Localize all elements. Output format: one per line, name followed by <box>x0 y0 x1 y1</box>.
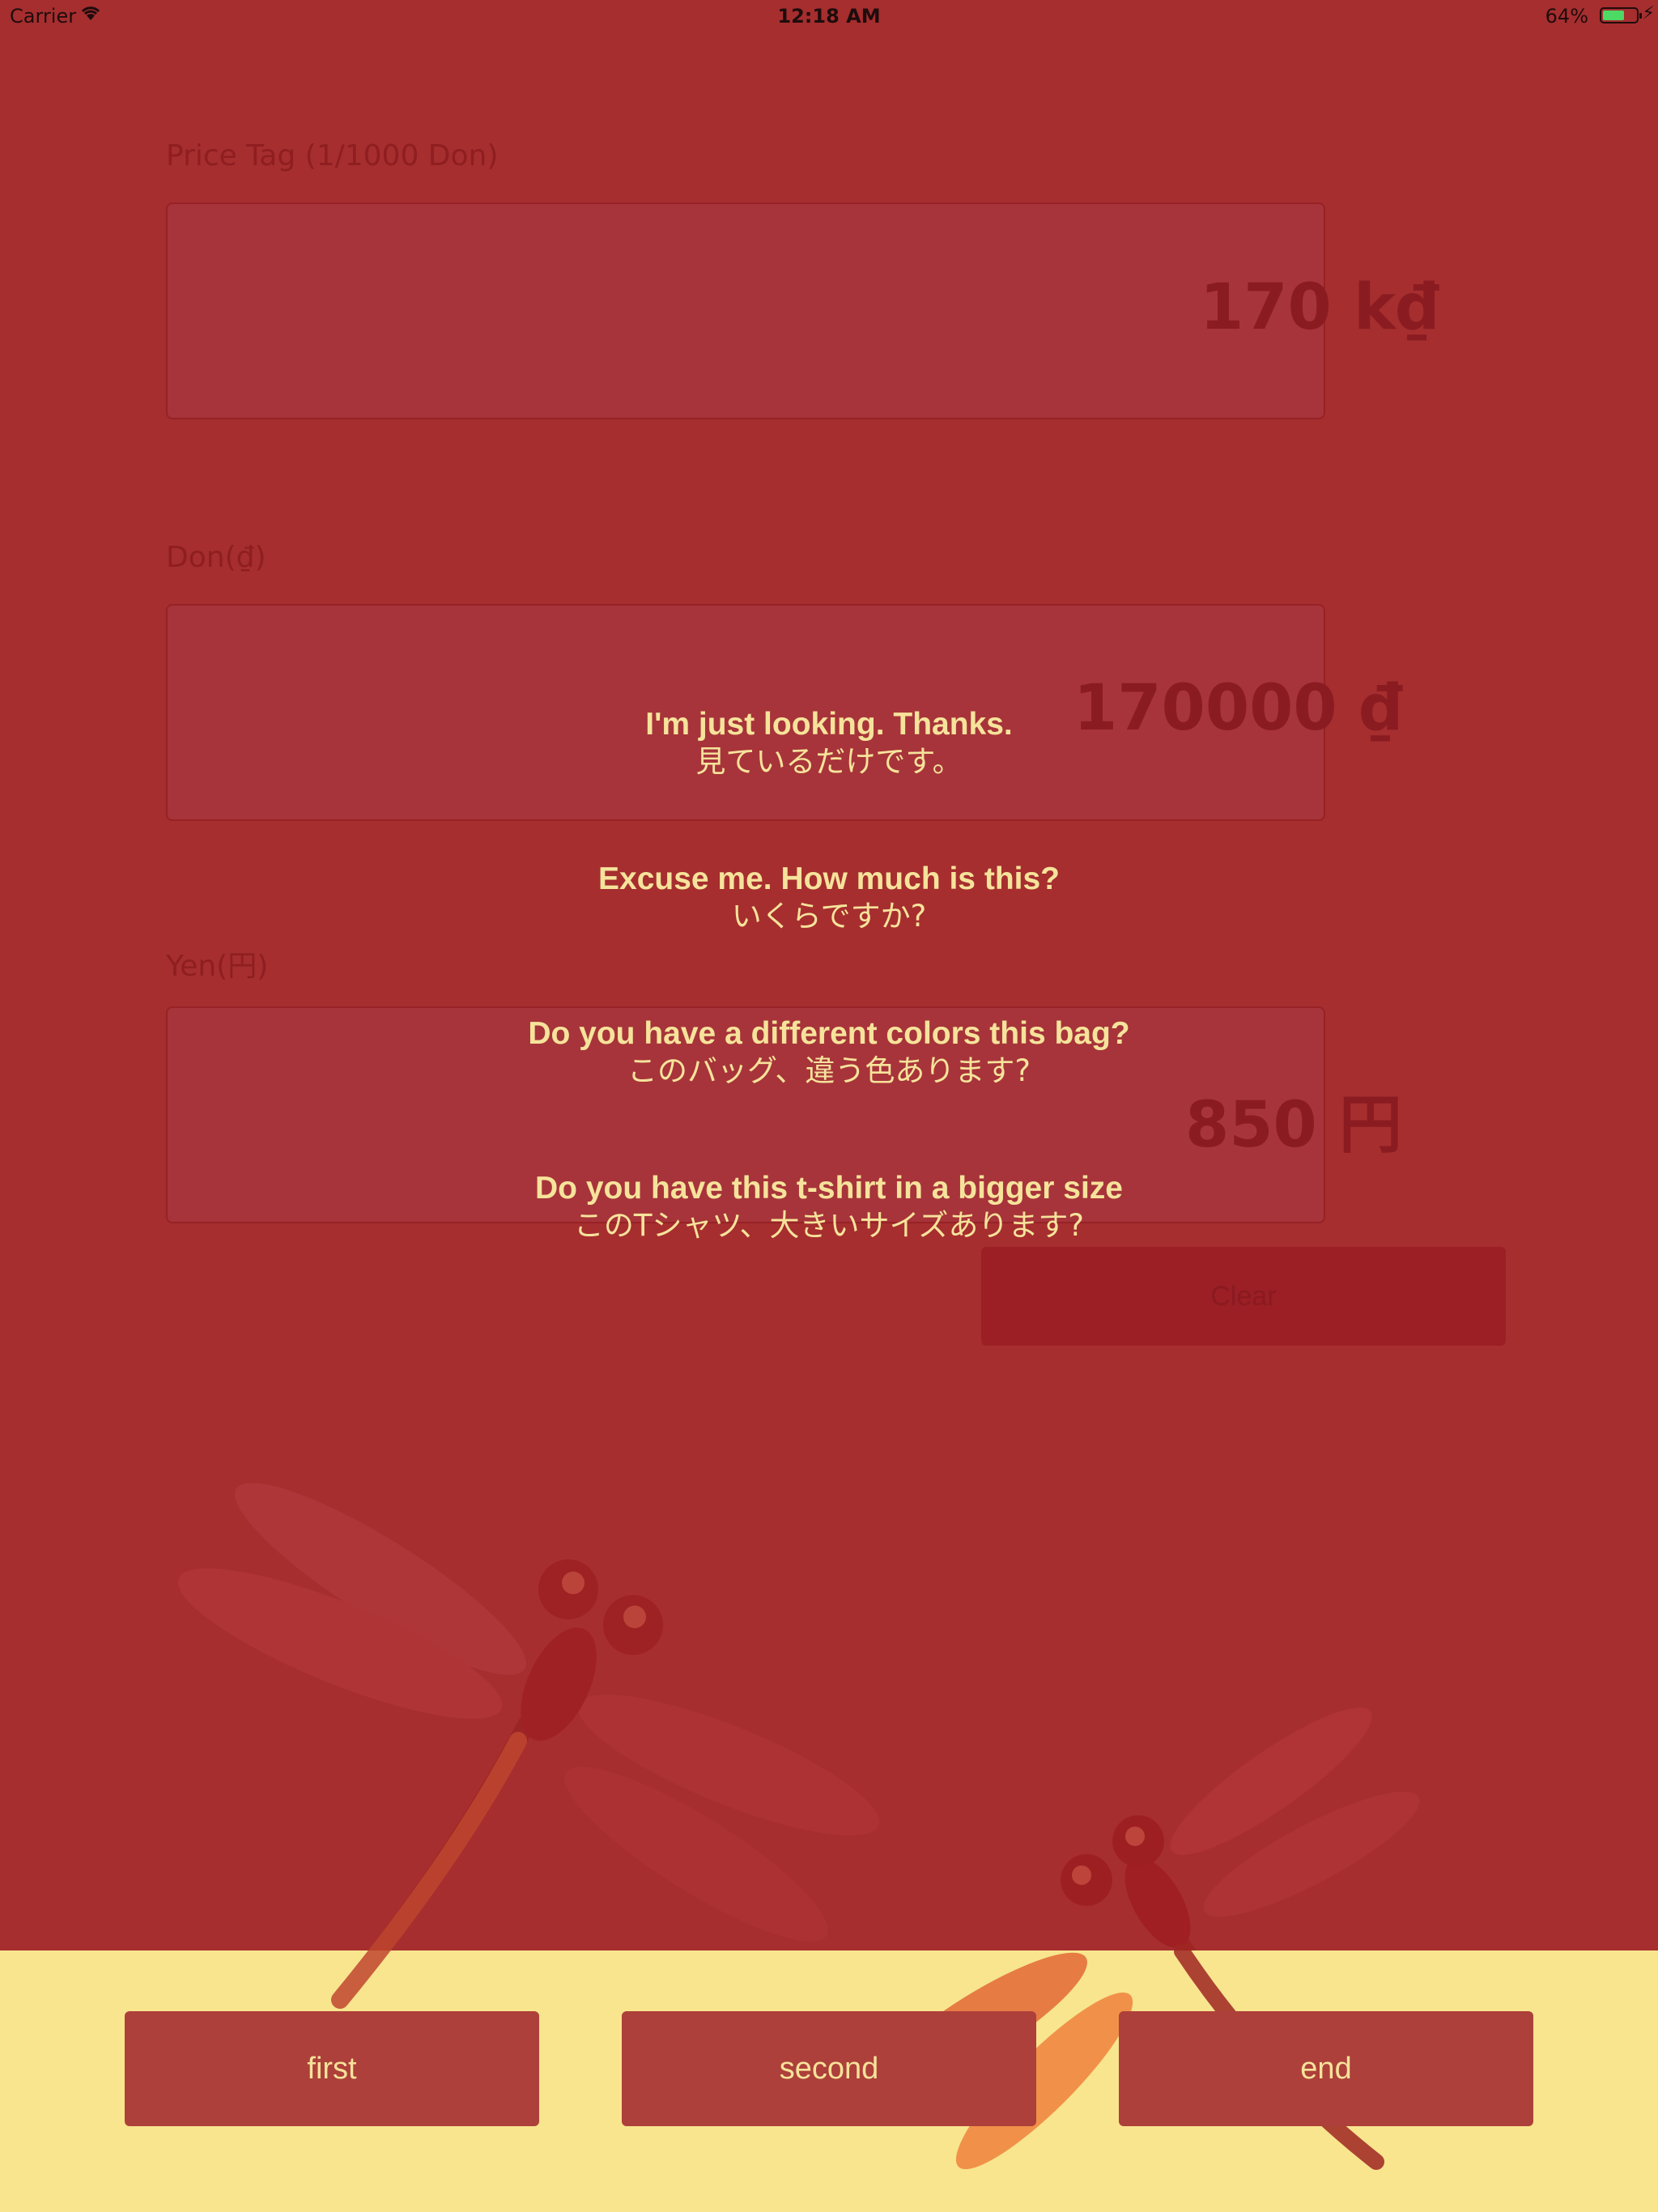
second-button[interactable]: second <box>622 2011 1036 2126</box>
dragonfly-overlay-icon <box>331 1732 1384 2170</box>
first-button[interactable]: first <box>125 2011 539 2126</box>
end-button[interactable]: end <box>1119 2011 1533 2126</box>
